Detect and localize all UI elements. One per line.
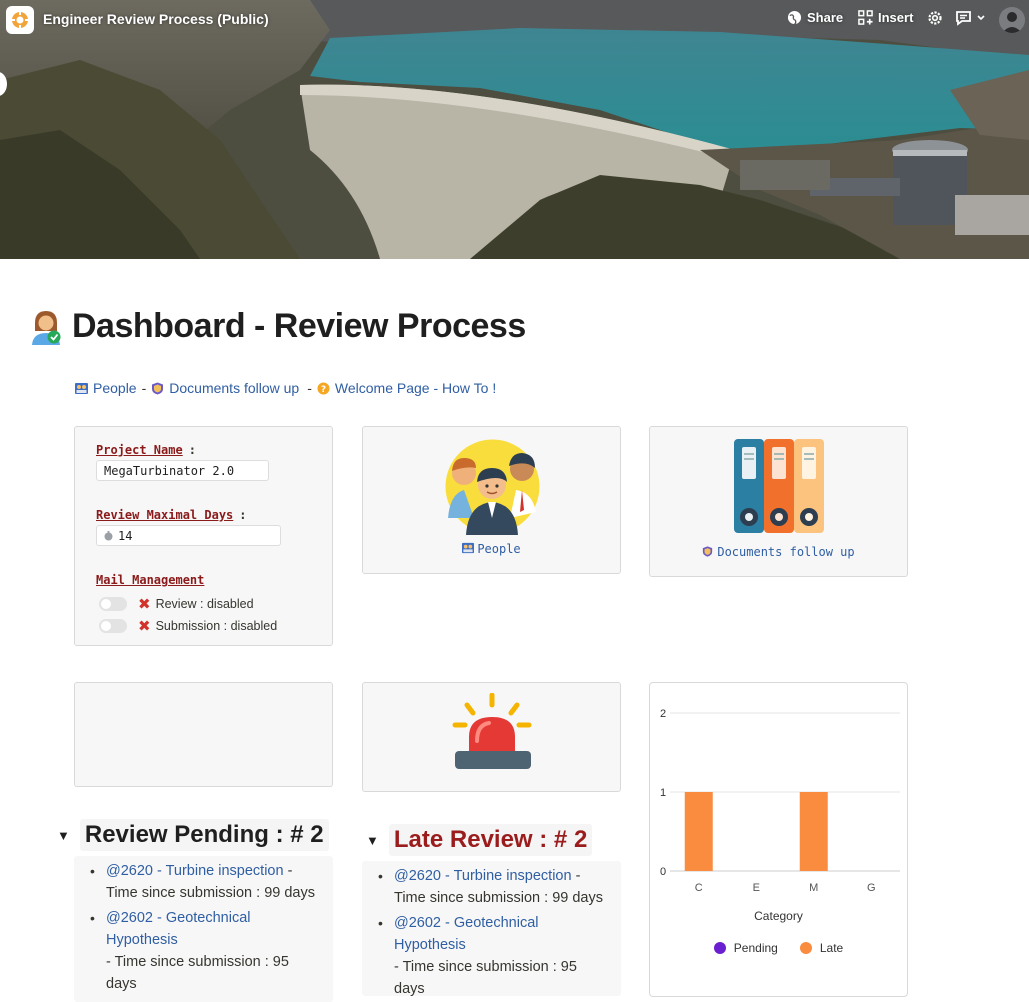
review-pending-header: ▼ Review Pending : # 2 (57, 819, 329, 851)
cross-mark-icon: ✖ (138, 618, 151, 635)
project-settings-card: Project Name: MegaTurbinator 2.0 Review … (74, 426, 333, 646)
app-logo-icon[interactable] (6, 6, 34, 34)
people-card[interactable]: People (362, 426, 621, 574)
chart-y-tick-label: 1 (660, 787, 666, 799)
link-separator: - (307, 380, 312, 396)
chart-y-tick-label: 0 (660, 866, 666, 878)
legend-item-pending[interactable]: Pending (713, 941, 778, 955)
binders-icon (734, 439, 824, 533)
people-card-label[interactable]: People (363, 542, 620, 556)
shield-icon (703, 546, 713, 557)
project-name-label: Project Name: (96, 443, 196, 457)
chevron-down-icon (977, 15, 985, 21)
chart-x-axis-label: Category (754, 909, 803, 923)
review-link-2620[interactable]: @2620 - Turbine inspection (106, 863, 284, 879)
team-people-icon (445, 439, 540, 535)
stopwatch-icon (104, 530, 113, 540)
chart-x-tick-label: G (867, 882, 876, 894)
mail-management-label: Mail Management (96, 573, 205, 587)
chart-bar-late-C (684, 792, 713, 871)
legend-dot-late (799, 942, 812, 954)
alarm-card (362, 682, 621, 792)
link-separator: - (141, 380, 147, 396)
shield-icon (152, 382, 164, 394)
review-mail-status: Review : disabled (155, 597, 254, 611)
people-card-icon (462, 542, 475, 554)
late-review-title: Late Review : # 2 (388, 824, 593, 856)
question-icon: ? (317, 382, 330, 395)
late-detail: Time since submission : 99 days (394, 890, 603, 906)
cover-image: Engineer Review Process (Public) Share I… (0, 0, 1029, 259)
collapse-caret-icon[interactable]: ▼ (366, 833, 379, 848)
chart-y-tick-label: 2 (660, 708, 666, 720)
late-link-2620[interactable]: @2620 - Turbine inspection (394, 868, 572, 884)
submission-mail-toggle[interactable] (99, 619, 127, 633)
top-bar: Engineer Review Process (Public) Share I… (0, 0, 1029, 40)
chart-legend: Pending Late (650, 941, 907, 955)
late-detail: - Time since submission : 95 days (394, 959, 577, 997)
chart-x-tick-label: C (695, 882, 703, 894)
documents-card-label[interactable]: Documents follow up (650, 545, 907, 559)
svg-text:?: ? (321, 385, 326, 395)
insert-button[interactable]: Insert (858, 10, 913, 25)
link-people[interactable]: People (93, 380, 137, 396)
review-pending-list: @2620 - Turbine inspection - Time since … (74, 856, 333, 1002)
project-name-field[interactable]: MegaTurbinator 2.0 (96, 460, 269, 481)
review-detail: - Time since submission : 95 days (106, 954, 289, 992)
legend-dot-pending (713, 942, 726, 954)
chart-x-tick-label: M (809, 882, 818, 894)
submission-mail-toggle-row: ✖ Submission : disabled (99, 617, 277, 635)
comment-icon (956, 11, 971, 26)
link-welcome-page[interactable]: Welcome Page - How To ! (335, 380, 496, 396)
review-max-days-label: Review Maximal Days: (96, 508, 247, 522)
page-header: Dashboard - Review Process (30, 307, 526, 346)
globe-icon (787, 10, 802, 25)
insert-label: Insert (878, 10, 914, 25)
collapse-caret-icon[interactable]: ▼ (57, 828, 70, 843)
grid-plus-icon (858, 10, 873, 25)
app-title[interactable]: Engineer Review Process (Public) (43, 11, 269, 27)
list-item: @2620 - Turbine inspection - Time since … (362, 865, 621, 909)
review-max-days-field[interactable]: 14 (96, 525, 281, 546)
review-detail: Time since submission : 99 days (106, 885, 315, 901)
documents-card[interactable]: Documents follow up (649, 426, 908, 577)
submission-mail-status: Submission : disabled (155, 619, 278, 633)
settings-button[interactable] (927, 10, 943, 26)
category-chart-card: 0 1 2 C E M G Category Pending Late (649, 682, 908, 997)
review-pending-title: Review Pending : # 2 (79, 819, 329, 851)
user-avatar[interactable] (999, 7, 1025, 33)
late-review-header: ▼ Late Review : # 2 (366, 824, 593, 856)
people-card-icon (75, 382, 88, 394)
late-review-list: @2620 - Turbine inspection - Time since … (362, 861, 621, 997)
list-item: @2602 - Geotechnical Hypothesis - Time s… (362, 912, 621, 1000)
late-link-2602[interactable]: @2602 - Geotechnical Hypothesis (394, 912, 621, 956)
cross-mark-icon: ✖ (138, 596, 151, 613)
empty-card (74, 682, 333, 787)
share-button[interactable]: Share (787, 10, 843, 25)
share-label: Share (807, 10, 844, 25)
person-check-emoji-icon (32, 310, 61, 345)
list-item: @2602 - Geotechnical Hypothesis - Time s… (74, 907, 333, 995)
siren-alarm-icon (452, 693, 532, 769)
legend-item-late[interactable]: Late (799, 941, 843, 955)
review-mail-toggle-row: ✖ Review : disabled (99, 595, 254, 613)
chart-bar-late-M (799, 792, 828, 871)
chart-x-tick-label: E (753, 882, 760, 894)
category-bar-chart: 0 1 2 C E M G (660, 708, 900, 894)
quick-links: People - Documents follow up - ? Welcome… (75, 380, 496, 396)
gear-icon (928, 11, 942, 25)
comments-menu-button[interactable] (955, 10, 985, 26)
link-documents-follow-up[interactable]: Documents follow up (169, 380, 299, 396)
page-title: Dashboard - Review Process (72, 307, 526, 345)
review-max-days-value: 14 (118, 528, 133, 543)
review-link-2602[interactable]: @2602 - Geotechnical Hypothesis (106, 907, 333, 951)
list-item: @2620 - Turbine inspection - Time since … (74, 860, 333, 904)
review-mail-toggle[interactable] (99, 597, 127, 611)
